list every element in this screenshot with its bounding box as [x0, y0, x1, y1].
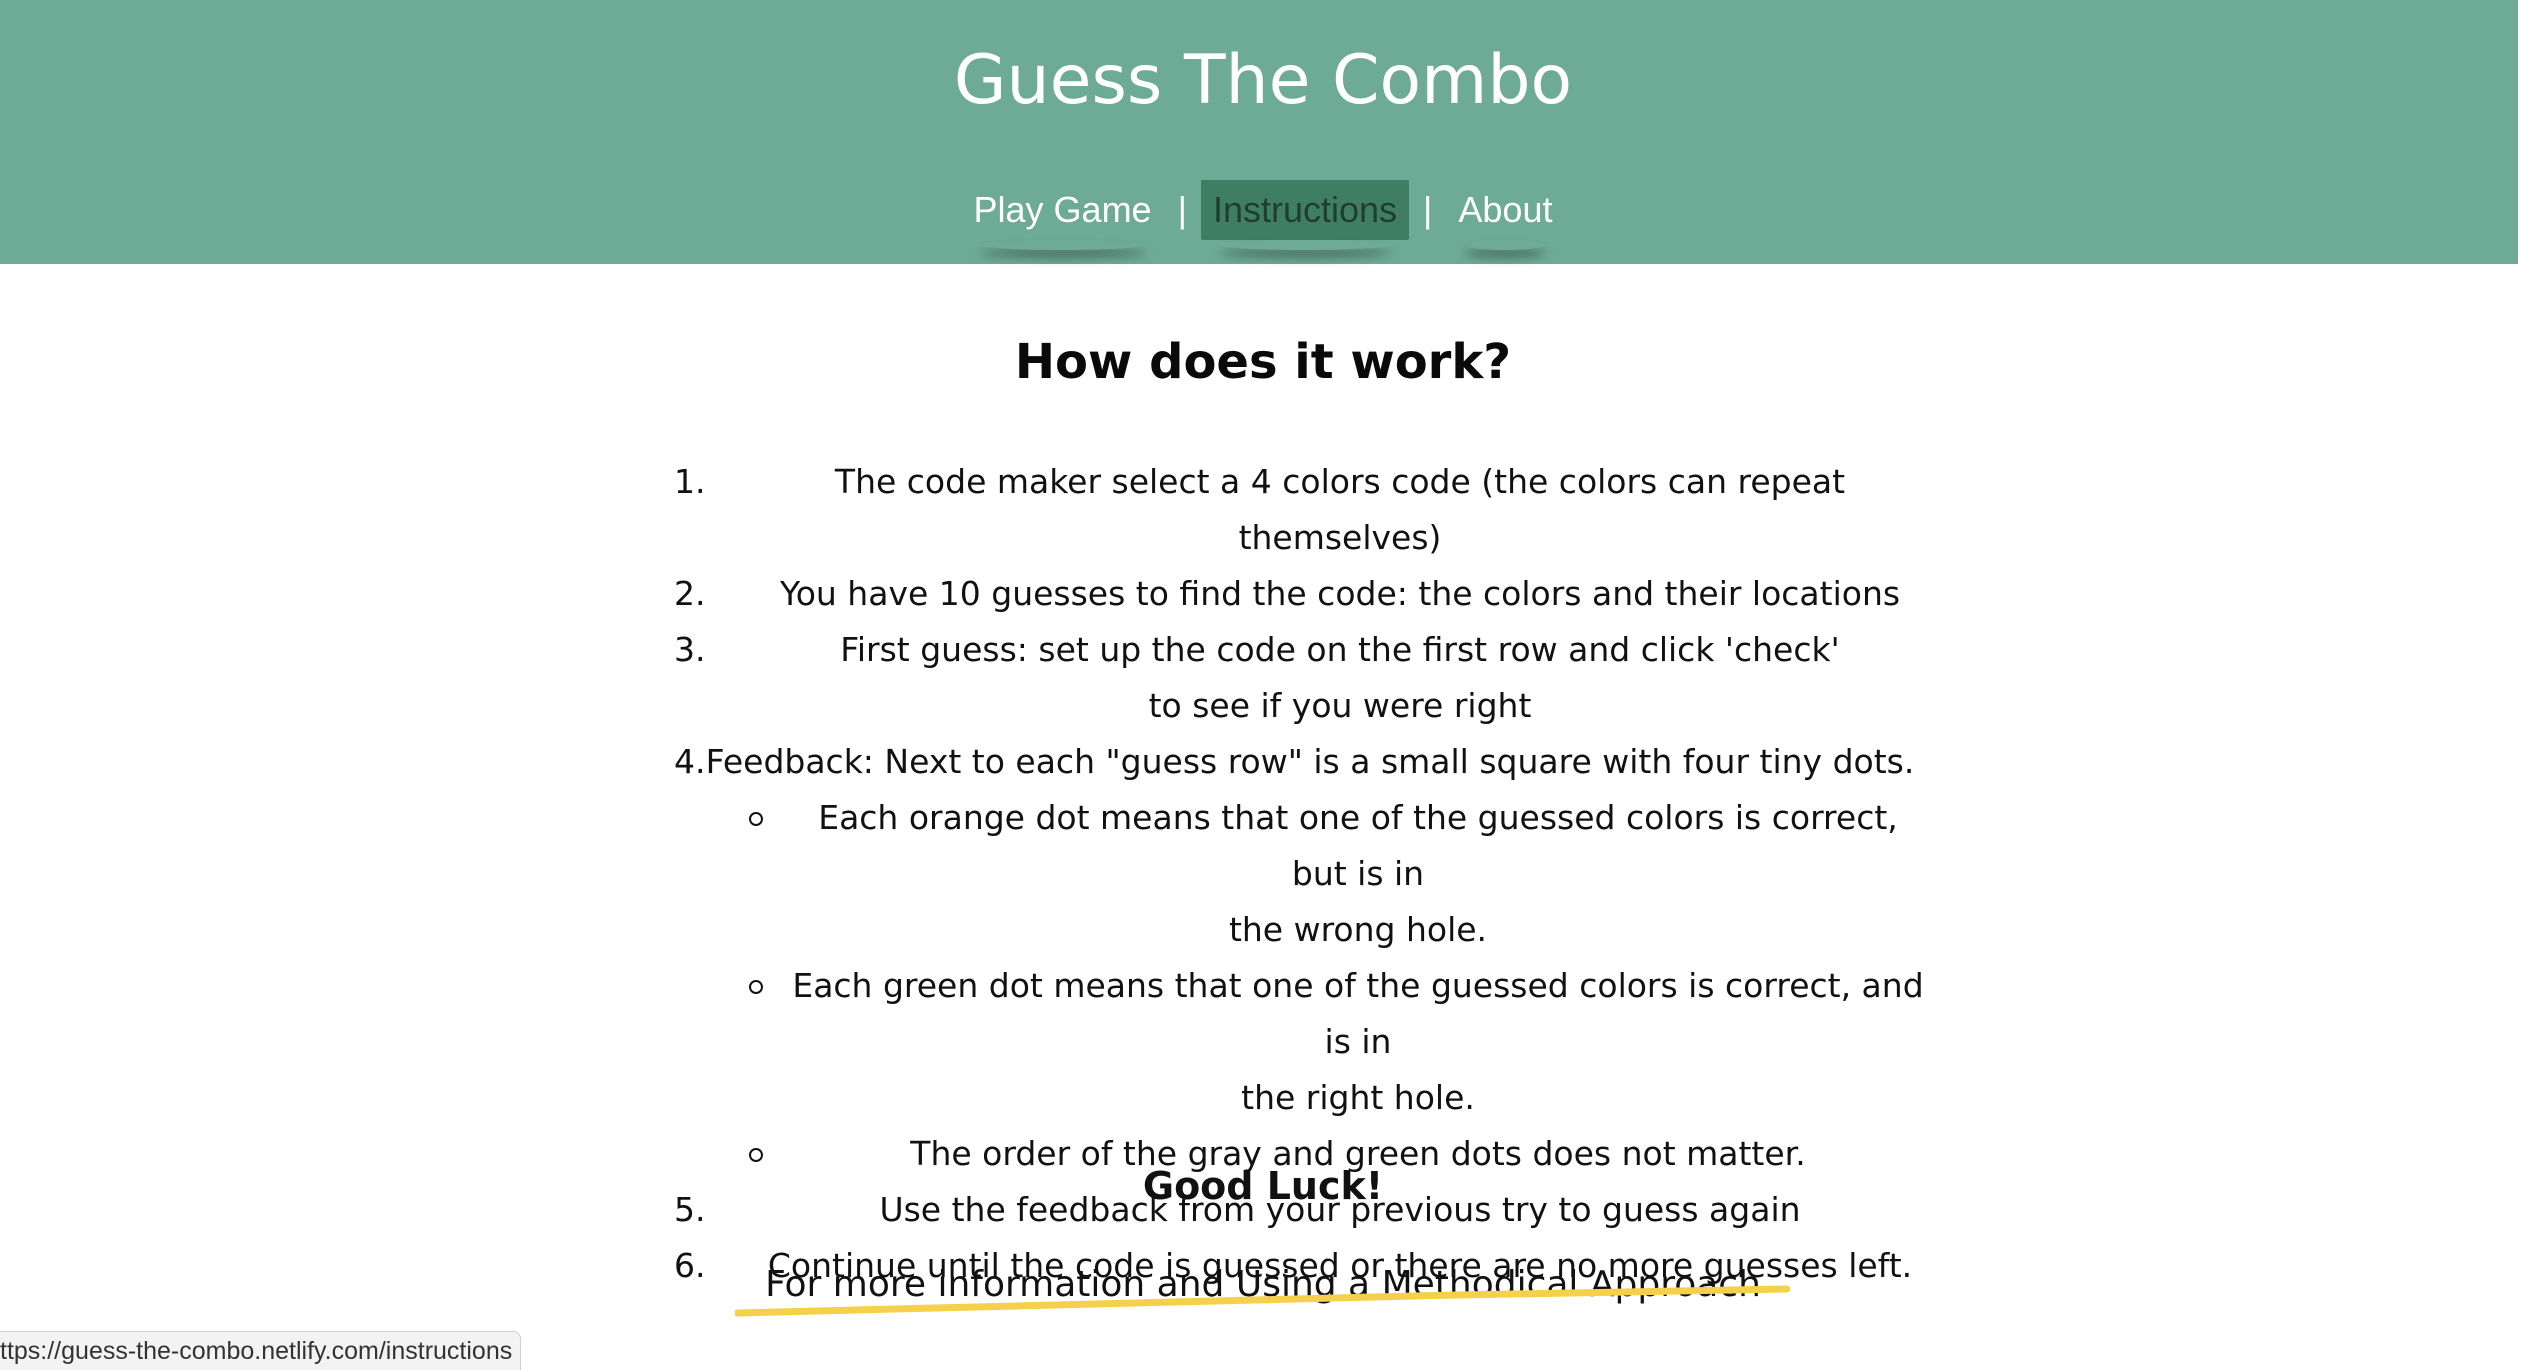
step-number: 2.: [674, 574, 706, 613]
status-bar-url: ttps://guess-the-combo.netlify.com/instr…: [0, 1331, 522, 1370]
step-item: 3. First guess: set up the code on the f…: [670, 622, 1930, 734]
step-text: You have 10 guesses to find the code: th…: [779, 574, 1901, 613]
sub-item-text-continued: the right hole.: [1241, 1078, 1475, 1117]
nav-play-game[interactable]: Play Game: [962, 180, 1164, 240]
sub-item-green-dot: Each green dot means that one of the gue…: [749, 958, 1930, 1126]
circle-bullet-icon: [749, 980, 763, 994]
nav-separator: |: [1423, 189, 1433, 230]
circle-bullet-icon: [749, 1148, 763, 1162]
sub-item-orange-dot: Each orange dot means that one of the gu…: [749, 790, 1930, 958]
step-number: 4.: [674, 742, 706, 781]
site-title: Guess The Combo: [953, 41, 1573, 120]
page-heading: How does it work?: [1014, 334, 1512, 390]
step-number: 1.: [674, 462, 706, 501]
feedback-sub-list: Each orange dot means that one of the gu…: [749, 790, 1930, 1182]
step-text-continued: to see if you were right: [1148, 686, 1532, 725]
main-nav: Play Game | Instructions | About: [0, 178, 2526, 242]
circle-bullet-icon: [749, 812, 763, 826]
sub-item-text: Each orange dot means that one of the gu…: [818, 798, 1898, 893]
nav-separator: |: [1177, 189, 1187, 230]
site-header: Guess The Combo Play Game | Instructions…: [0, 0, 2526, 264]
step-text: The code maker select a 4 colors code (t…: [834, 462, 1846, 557]
step-text: Feedback: Next to each "guess row" is a …: [705, 742, 1915, 781]
step-item: 2. You have 10 guesses to find the code:…: [670, 566, 1930, 622]
step-number: 3.: [674, 630, 706, 669]
step-item: 4. Feedback: Next to each "guess row" is…: [670, 734, 1930, 1182]
sub-item-text: Each green dot means that one of the gue…: [792, 966, 1924, 1061]
nav-instructions[interactable]: Instructions: [1200, 180, 1410, 240]
highlight-underline: [735, 1285, 1790, 1317]
sub-item-text-continued: the wrong hole.: [1228, 910, 1488, 949]
step-item: 1. The code maker select a 4 colors code…: [670, 454, 1930, 566]
nav-about[interactable]: About: [1446, 180, 1564, 240]
scrollbar-track[interactable]: [2518, 0, 2526, 264]
step-text: First guess: set up the code on the firs…: [840, 630, 1840, 669]
good-luck-text: Good Luck!: [1142, 1164, 1384, 1208]
